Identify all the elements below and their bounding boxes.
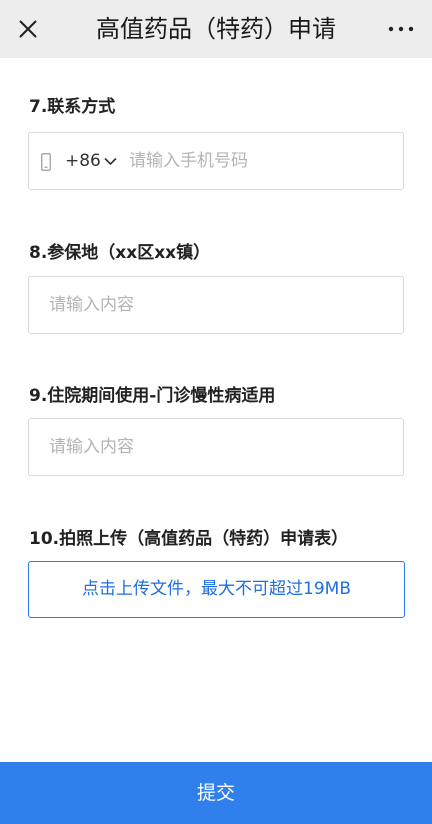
hospital-use-input[interactable]	[49, 419, 389, 475]
country-code-select[interactable]: +86	[65, 133, 117, 189]
top-nav-bar: 高值药品（特药）申请	[0, 0, 432, 58]
insured-location-label: 8.参保地（xx区xx镇）	[29, 243, 211, 263]
phone-input[interactable]	[129, 133, 389, 189]
hospital-use-label: 9.住院期间使用-门诊慢性病适用	[29, 386, 276, 406]
phone-field: +86	[28, 132, 404, 190]
submit-button[interactable]: 提交	[0, 762, 432, 824]
insured-location-field	[28, 276, 404, 334]
more-icon[interactable]	[384, 15, 418, 43]
upload-file-button[interactable]: 点击上传文件，最大不可超过19MB	[28, 561, 405, 618]
insured-location-input[interactable]	[49, 277, 389, 333]
close-icon[interactable]	[14, 15, 42, 43]
chevron-down-icon	[104, 157, 117, 165]
phone-icon	[41, 153, 51, 171]
contact-label: 7.联系方式	[29, 97, 116, 117]
country-code-value: +86	[65, 151, 101, 171]
hospital-use-field	[28, 418, 404, 476]
page-title: 高值药品（特药）申请	[96, 15, 336, 43]
upload-label: 10.拍照上传（高值药品（特药）申请表）	[29, 529, 349, 549]
